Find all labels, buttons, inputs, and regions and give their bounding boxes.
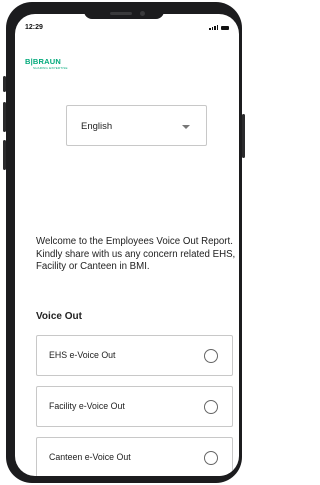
front-camera-icon (140, 11, 145, 16)
status-time: 12:29 (25, 24, 43, 31)
logo-tagline: SHARING EXPERTISE (33, 66, 68, 70)
speaker-grille (110, 12, 132, 15)
phone-notch (84, 10, 164, 19)
language-dropdown[interactable]: English (66, 105, 207, 146)
power-button (242, 114, 245, 158)
volume-down-button (3, 140, 6, 170)
voice-out-heading: Voice Out (36, 311, 82, 322)
option-label: Facility e-Voice Out (49, 401, 125, 411)
phone-frame: 12:29 B|BRAUN SHARING EXPERTISE English … (3, 2, 245, 483)
chevron-down-icon (182, 125, 190, 129)
status-icons (209, 25, 229, 30)
signal-icon (209, 25, 218, 30)
welcome-text: Welcome to the Employees Voice Out Repor… (36, 236, 236, 273)
option-label: EHS e-Voice Out (49, 350, 116, 360)
bbraun-logo: B|BRAUN SHARING EXPERTISE (25, 57, 68, 71)
volume-up-button (3, 102, 6, 132)
mute-switch (3, 76, 6, 92)
option-ehs-voice-out[interactable]: EHS e-Voice Out (36, 335, 233, 376)
radio-button-icon[interactable] (204, 400, 218, 414)
radio-button-icon[interactable] (204, 451, 218, 465)
battery-icon (221, 26, 229, 30)
option-facility-voice-out[interactable]: Facility e-Voice Out (36, 386, 233, 427)
app-screen: 12:29 B|BRAUN SHARING EXPERTISE English … (15, 14, 239, 476)
option-label: Canteen e-Voice Out (49, 452, 131, 462)
radio-button-icon[interactable] (204, 349, 218, 363)
language-selected-value: English (81, 121, 113, 132)
option-canteen-voice-out[interactable]: Canteen e-Voice Out (36, 437, 233, 476)
logo-brand-name: B|BRAUN (25, 57, 61, 66)
